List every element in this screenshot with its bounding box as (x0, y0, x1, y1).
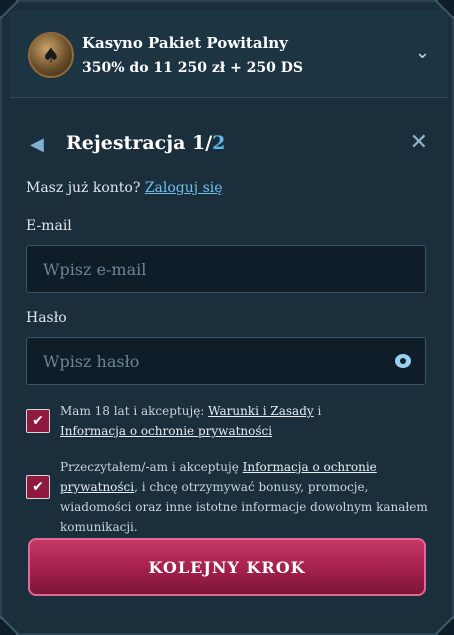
age-terms-text-before: Mam 18 lat i akceptuję: (60, 404, 209, 418)
registration-title-prefix: Rejestracja 1/ (66, 132, 213, 154)
marketing-consent-text: Przeczytałem/-am i akceptuję Informacja … (60, 457, 430, 537)
back-arrow-icon[interactable]: ◀ (30, 134, 44, 155)
password-field-wrapper (26, 337, 426, 385)
login-link[interactable]: Zaloguj się (145, 180, 223, 196)
terms-link[interactable]: Warunki i Zasady (208, 404, 313, 418)
age-terms-text: Mam 18 lat i akceptuję: Warunki i Zasady… (60, 401, 430, 441)
casino-chip-icon: ♠ (28, 32, 74, 78)
registration-panel: ♠ Kasyno Pakiet Powitalny 350% do 11 250… (0, 0, 454, 635)
close-icon[interactable]: ✕ (410, 130, 428, 155)
marketing-text-before: Przeczytałem/-am i akceptuję (60, 460, 243, 474)
login-prompt: Masz już konto? Zaloguj się (26, 180, 223, 196)
ornament-corner-bottom-right (434, 615, 454, 635)
ornament-corner-bottom-left (0, 615, 20, 635)
password-label: Hasło (26, 310, 67, 326)
next-step-button[interactable]: KOLEJNY KROK (28, 538, 426, 596)
password-field[interactable] (27, 338, 425, 384)
registration-header: ◀ Rejestracja 1/2 ✕ (24, 128, 434, 164)
chevron-down-icon[interactable]: ⌄ (415, 42, 430, 63)
email-label: E-mail (26, 218, 72, 234)
privacy-link[interactable]: Informacja o ochronie prywatności (60, 424, 272, 438)
bonus-title: Kasyno Pakiet Powitalny (82, 34, 288, 52)
login-prompt-text: Masz już konto? (26, 180, 141, 196)
bonus-subtitle: 350% do 11 250 zł + 250 DS (82, 60, 304, 76)
age-terms-text-between: i (313, 404, 322, 418)
email-field[interactable] (27, 246, 425, 292)
registration-step-total: 2 (212, 132, 226, 154)
email-field-wrapper (26, 245, 426, 293)
age-terms-checkbox[interactable]: ✔ (26, 409, 50, 433)
welcome-bonus-bar[interactable]: ♠ Kasyno Pakiet Powitalny 350% do 11 250… (10, 10, 448, 98)
eye-icon[interactable] (395, 354, 411, 368)
registration-title: Rejestracja 1/2 (66, 132, 225, 154)
marketing-consent-checkbox[interactable]: ✔ (26, 475, 50, 499)
